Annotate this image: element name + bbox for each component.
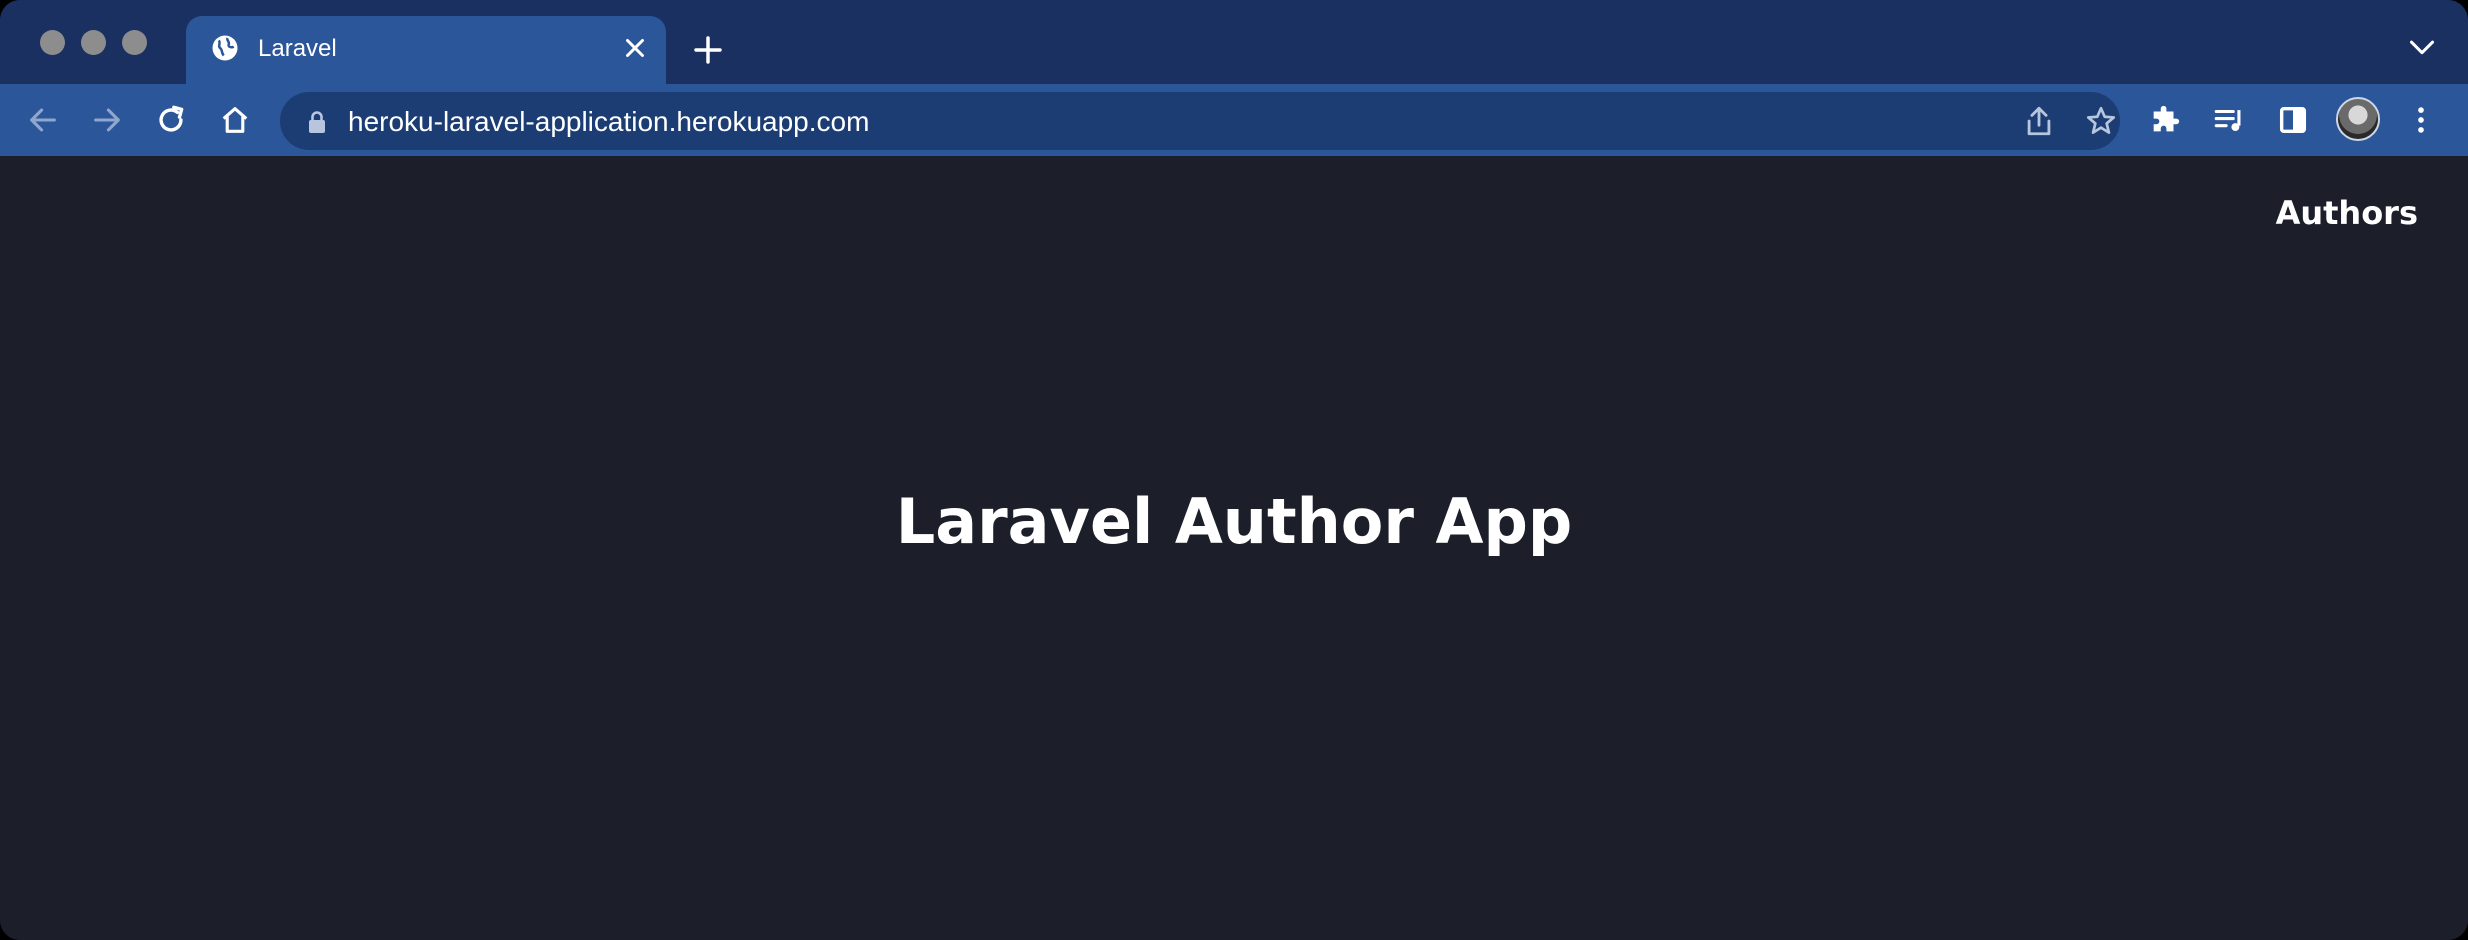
arrow-left-icon[interactable] <box>26 103 60 137</box>
plus-icon[interactable] <box>692 34 724 66</box>
address-bar[interactable]: heroku-laravel-application.herokuapp.com <box>280 92 2120 150</box>
profile-avatar[interactable] <box>2336 97 2380 141</box>
media-queue-icon[interactable] <box>2212 103 2246 137</box>
browser-window: Laravel heroku-laravel-application.herok… <box>0 0 2468 940</box>
tab-close-icon[interactable] <box>620 33 650 63</box>
tab-laravel[interactable]: Laravel <box>186 16 666 84</box>
page-title: Laravel Author App <box>895 485 1573 558</box>
arrow-right-icon[interactable] <box>90 103 124 137</box>
nav-link-authors[interactable]: Authors <box>2276 194 2418 232</box>
side-panel-icon[interactable] <box>2276 103 2310 137</box>
globe-icon <box>212 35 238 61</box>
tab-title: Laravel <box>258 35 337 62</box>
chevron-down-icon[interactable] <box>2408 38 2436 58</box>
zoom-window-button[interactable] <box>122 30 147 55</box>
kebab-menu-icon[interactable] <box>2404 103 2438 137</box>
reload-icon[interactable] <box>154 103 188 137</box>
tab-strip: Laravel <box>0 0 2468 84</box>
close-window-button[interactable] <box>40 30 65 55</box>
home-icon[interactable] <box>218 103 252 137</box>
minimize-window-button[interactable] <box>81 30 106 55</box>
page-content: Authors Laravel Author App <box>0 156 2468 940</box>
url-text[interactable]: heroku-laravel-application.herokuapp.com <box>348 106 869 138</box>
star-icon[interactable] <box>2084 104 2118 138</box>
lock-icon[interactable] <box>306 110 328 134</box>
browser-toolbar: heroku-laravel-application.herokuapp.com <box>0 84 2468 156</box>
puzzle-icon[interactable] <box>2148 103 2182 137</box>
share-icon[interactable] <box>2022 104 2056 138</box>
